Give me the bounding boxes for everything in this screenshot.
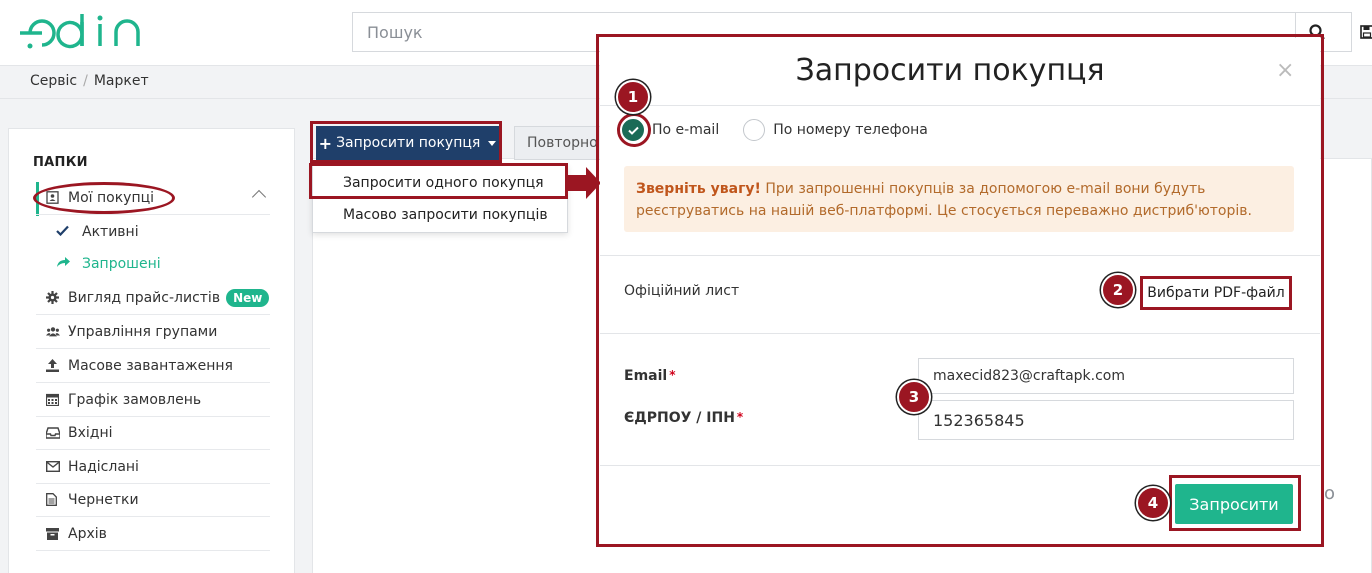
annotation-arrow-icon xyxy=(568,167,601,199)
new-badge: New xyxy=(226,288,270,307)
sidebar-sub-label: Активні xyxy=(82,224,139,240)
menu-item-label: Масово запросити покупців xyxy=(343,207,548,223)
modal-title: Запросити покупця xyxy=(795,53,1105,88)
radio-email-label[interactable]: По e-mail xyxy=(652,122,719,138)
required-mark: * xyxy=(736,410,744,424)
step-marker-3: 3 xyxy=(897,380,931,414)
invite-buyer-modal: Запросити покупця × По e-mail По номеру … xyxy=(600,38,1320,543)
repeat-button[interactable]: Повторно xyxy=(514,126,614,160)
sidebar-item-mass-upload[interactable]: Масове завантаження xyxy=(36,349,270,383)
step-marker-2: 2 xyxy=(1101,273,1135,307)
annotation-box xyxy=(310,121,502,163)
sidebar-item-label: Чернетки xyxy=(68,491,139,508)
sidebar-item-archive[interactable]: Архів xyxy=(36,517,270,551)
sidebar-item-drafts[interactable]: Чернетки xyxy=(36,483,270,517)
email-label-text: Email xyxy=(624,368,668,384)
sidebar-item-label: Надіслані xyxy=(68,458,139,475)
modal-divider xyxy=(600,255,1320,256)
edrpou-label-text: ЄДРПОУ / ІПН xyxy=(624,410,735,426)
sidebar-sub-invited[interactable]: Запрошені xyxy=(56,249,161,279)
modal-divider xyxy=(600,105,1320,106)
sidebar-item-sent[interactable]: Надіслані xyxy=(36,450,270,484)
annotation-box xyxy=(309,163,568,199)
sidebar-item-label: Графік замовлень xyxy=(68,391,202,408)
upload-icon xyxy=(36,359,60,372)
sidebar-item-order-schedule[interactable]: Графік замовлень xyxy=(36,383,270,417)
sidebar-item-label: Вигляд прайс-листів xyxy=(68,289,221,306)
inbox-icon xyxy=(36,426,60,439)
close-icon[interactable]: × xyxy=(1276,58,1294,83)
email-label: Email * xyxy=(624,368,675,384)
draft-icon xyxy=(36,493,60,506)
menu-item-invite-mass[interactable]: Масово запросити покупців xyxy=(313,199,569,231)
email-field[interactable] xyxy=(918,358,1294,394)
chevron-up-icon[interactable] xyxy=(251,189,267,205)
breadcrumb: Сервіс / Маркет xyxy=(30,73,149,89)
sidebar-item-price-lists[interactable]: Вигляд прайс-листів New xyxy=(36,281,270,315)
modal-divider xyxy=(600,465,1320,466)
alert-heading: Зверніть увагу! xyxy=(636,181,761,197)
sidebar-item-label: Управління групами xyxy=(68,323,218,340)
envelope-icon xyxy=(36,461,60,472)
repeat-button-label: Повторно xyxy=(527,135,598,151)
breadcrumb-market[interactable]: Маркет xyxy=(94,73,149,89)
annotation-ring xyxy=(617,113,651,147)
sidebar-sub-label: Запрошені xyxy=(82,256,161,272)
users-icon xyxy=(36,326,60,338)
sidebar-item-label: Вхідні xyxy=(68,424,113,441)
contact-method-radio-group: По e-mail По номеру телефона xyxy=(622,118,928,142)
breadcrumb-separator: / xyxy=(83,73,88,89)
radio-phone-label[interactable]: По номеру телефона xyxy=(773,122,928,138)
sidebar-title: ПАПКИ xyxy=(33,155,88,170)
calendar-icon xyxy=(36,393,60,406)
required-mark: * xyxy=(669,368,676,382)
annotation-ellipse xyxy=(33,182,175,214)
background-text-fragment: о xyxy=(1324,483,1336,504)
sidebar-item-label: Масове завантаження xyxy=(68,357,233,374)
gear-icon xyxy=(36,291,60,304)
edrpou-field[interactable] xyxy=(918,400,1294,440)
edrpou-label: ЄДРПОУ / ІПН * xyxy=(624,410,743,426)
warning-alert: Зверніть увагу! При запрошенні покупців … xyxy=(624,166,1294,232)
step-marker-4: 4 xyxy=(1136,486,1170,520)
submit-invite-button[interactable]: Запросити xyxy=(1175,484,1293,524)
sidebar-item-inbox[interactable]: Вхідні xyxy=(36,416,270,450)
sidebar-item-label: Архів xyxy=(68,525,107,542)
save-button[interactable] xyxy=(1352,12,1372,52)
edin-logo[interactable] xyxy=(20,10,160,56)
official-letter-label: Офіційний лист xyxy=(624,283,740,299)
sidebar-item-groups[interactable]: Управління групами xyxy=(36,315,270,349)
share-arrow-icon xyxy=(56,256,82,272)
archive-icon xyxy=(36,527,60,540)
check-icon xyxy=(56,224,82,240)
sidebar-sub-active[interactable]: Активні xyxy=(56,217,139,247)
breadcrumb-service[interactable]: Сервіс xyxy=(30,73,77,89)
step-marker-1: 1 xyxy=(616,80,650,114)
floppy-icon xyxy=(1360,25,1372,39)
modal-divider xyxy=(600,333,1320,334)
choose-pdf-button[interactable]: Вибрати PDF-файл xyxy=(1140,276,1292,310)
radio-phone[interactable] xyxy=(743,119,766,141)
